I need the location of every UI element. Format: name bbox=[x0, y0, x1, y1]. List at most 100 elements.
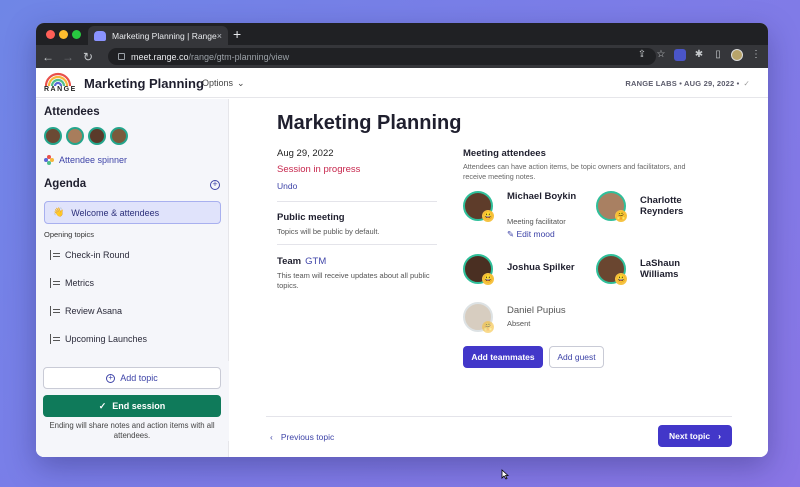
attendee-name: Charlotte Reynders bbox=[640, 195, 684, 217]
tab-title: Marketing Planning | Range bbox=[112, 30, 217, 41]
meeting-date: Aug 29, 2022 bbox=[277, 148, 334, 159]
public-meeting-desc: Topics will be public by default. bbox=[277, 227, 380, 236]
attendee-avatars bbox=[44, 127, 128, 145]
attendee-avatar[interactable] bbox=[66, 127, 84, 145]
team-heading: Team GTM bbox=[277, 256, 326, 267]
maximize-window-button[interactable] bbox=[72, 30, 81, 39]
attendee-role: Meeting facilitator bbox=[507, 217, 566, 226]
options-label: Options bbox=[202, 78, 234, 88]
toolbar-icons: ⇪ ☆ ✱ ▯ ⋮ bbox=[636, 49, 762, 61]
agenda-topic[interactable]: Metrics bbox=[50, 278, 94, 288]
topic-label: Review Asana bbox=[65, 306, 123, 316]
mood-emoji-icon: 😀 bbox=[482, 210, 494, 222]
minimize-window-button[interactable] bbox=[59, 30, 68, 39]
add-topic-label: Add topic bbox=[120, 373, 158, 383]
topic-label: Upcoming Launches bbox=[65, 334, 148, 344]
welcome-label: Welcome & attendees bbox=[71, 207, 160, 218]
meeting-title: Marketing Planning bbox=[84, 76, 204, 91]
chevron-left-icon: ‹ bbox=[270, 432, 273, 442]
chevron-down-icon: ⌄ bbox=[237, 78, 245, 88]
check-icon: ✓ bbox=[98, 400, 107, 411]
url-host: meet.range.co bbox=[131, 51, 189, 62]
agenda-heading: Agenda bbox=[44, 178, 87, 190]
attendee-spinner-label: Attendee spinner bbox=[59, 155, 128, 165]
mouse-cursor-icon bbox=[501, 469, 509, 480]
attendee-name: Daniel Pupius bbox=[507, 305, 566, 316]
topic-list-icon bbox=[50, 250, 60, 260]
attendee-avatar[interactable] bbox=[44, 127, 62, 145]
share-icon[interactable]: ⇪ bbox=[636, 49, 648, 61]
next-topic-label: Next topic bbox=[669, 431, 711, 441]
forward-arrow-icon[interactable]: → bbox=[60, 50, 76, 64]
add-topic-button[interactable]: + Add topic bbox=[43, 367, 221, 389]
public-meeting-heading: Public meeting bbox=[277, 212, 345, 223]
divider bbox=[277, 244, 437, 245]
agenda-topic[interactable]: Check-in Round bbox=[50, 250, 130, 260]
agenda-item-welcome[interactable]: 👋 Welcome & attendees bbox=[44, 201, 221, 224]
browser-window: Marketing Planning | Range × + ← → ↻ mee… bbox=[36, 23, 768, 457]
topic-list-icon bbox=[50, 278, 60, 288]
mood-emoji-icon: 😀 bbox=[482, 273, 494, 285]
side-panel-icon[interactable]: ▯ bbox=[712, 49, 724, 61]
attendee-status: Absent bbox=[507, 319, 531, 328]
bookmark-star-icon[interactable]: ☆ bbox=[655, 49, 667, 61]
edit-mood-link[interactable]: ✎ Edit mood bbox=[507, 229, 555, 240]
close-window-button[interactable] bbox=[46, 30, 55, 39]
check-icon: ✓ bbox=[743, 79, 750, 88]
browser-menu-icon[interactable]: ⋮ bbox=[750, 49, 762, 61]
next-topic-button[interactable]: Next topic › bbox=[658, 425, 732, 447]
sidebar: Attendees Attendee spinner Agenda + 👋 We… bbox=[36, 99, 229, 457]
attendee-spinner-link[interactable]: Attendee spinner bbox=[44, 155, 127, 165]
previous-topic-button[interactable]: ‹ Previous topic bbox=[270, 432, 334, 442]
section-label: Opening topics bbox=[44, 230, 95, 239]
add-guest-button[interactable]: Add guest bbox=[549, 346, 604, 368]
tab-strip: Marketing Planning | Range × + bbox=[36, 23, 768, 45]
meeting-attendees-desc: Attendees can have action items, be topi… bbox=[463, 162, 686, 181]
agenda-topic[interactable]: Upcoming Launches bbox=[50, 334, 147, 344]
options-dropdown[interactable]: Options ⌄ bbox=[202, 78, 245, 89]
org-date-label: RANGE LABS • AUG 29, 2022 • ✓ bbox=[625, 79, 750, 88]
app-topbar: RANGE Marketing Planning Options ⌄ RANGE … bbox=[36, 68, 768, 98]
agenda-topic[interactable]: Review Asana bbox=[50, 306, 122, 316]
add-teammates-button[interactable]: Add teammates bbox=[463, 346, 543, 368]
divider bbox=[277, 201, 437, 202]
topic-label: Check-in Round bbox=[65, 250, 130, 260]
add-agenda-icon[interactable]: + bbox=[210, 180, 220, 190]
back-arrow-icon[interactable]: ← bbox=[40, 50, 56, 64]
topic-list-icon bbox=[50, 334, 60, 344]
mood-emoji-icon: 🤗 bbox=[482, 321, 494, 333]
team-link[interactable]: GTM bbox=[305, 256, 326, 267]
edit-mood-label: Edit mood bbox=[516, 229, 555, 239]
close-tab-icon[interactable]: × bbox=[217, 31, 222, 41]
plus-circle-icon: + bbox=[106, 373, 116, 383]
attendee-name: Joshua Spilker bbox=[507, 262, 575, 273]
mood-emoji-icon: 🤗 bbox=[615, 210, 627, 222]
range-extension-icon[interactable] bbox=[674, 49, 686, 61]
undo-link[interactable]: Undo bbox=[277, 181, 297, 191]
range-app: RANGE Marketing Planning Options ⌄ RANGE … bbox=[36, 68, 768, 457]
end-session-label: End session bbox=[112, 401, 166, 411]
divider bbox=[266, 416, 732, 417]
browser-tab[interactable]: Marketing Planning | Range × bbox=[88, 26, 228, 45]
range-favicon-icon bbox=[94, 30, 106, 41]
extensions-puzzle-icon[interactable]: ✱ bbox=[693, 49, 705, 61]
attendee-avatar[interactable] bbox=[110, 127, 128, 145]
main-content: Marketing Planning Aug 29, 2022 Session … bbox=[230, 99, 768, 457]
team-label: Team bbox=[277, 256, 302, 267]
wave-hand-icon: 👋 bbox=[53, 207, 65, 217]
previous-topic-label: Previous topic bbox=[280, 432, 335, 442]
team-desc: This team will receive updates about all… bbox=[277, 271, 430, 290]
session-status: Session in progress bbox=[277, 164, 361, 175]
attendee-name: Michael Boykin bbox=[507, 191, 577, 202]
browser-toolbar: ← → ↻ meet.range.co /range/gtm-planning/… bbox=[36, 45, 768, 68]
chevron-right-icon: › bbox=[718, 431, 721, 441]
profile-avatar-icon[interactable] bbox=[731, 49, 743, 61]
meeting-attendees-heading: Meeting attendees bbox=[463, 148, 546, 159]
address-bar[interactable]: meet.range.co /range/gtm-planning/view bbox=[108, 48, 656, 65]
reload-icon[interactable]: ↻ bbox=[80, 50, 96, 64]
new-tab-button[interactable]: + bbox=[233, 26, 241, 42]
topic-label: Metrics bbox=[65, 278, 94, 288]
attendee-avatar[interactable] bbox=[88, 127, 106, 145]
ending-note: Ending will share notes and action items… bbox=[49, 421, 215, 440]
end-session-button[interactable]: ✓ End session bbox=[43, 395, 221, 417]
